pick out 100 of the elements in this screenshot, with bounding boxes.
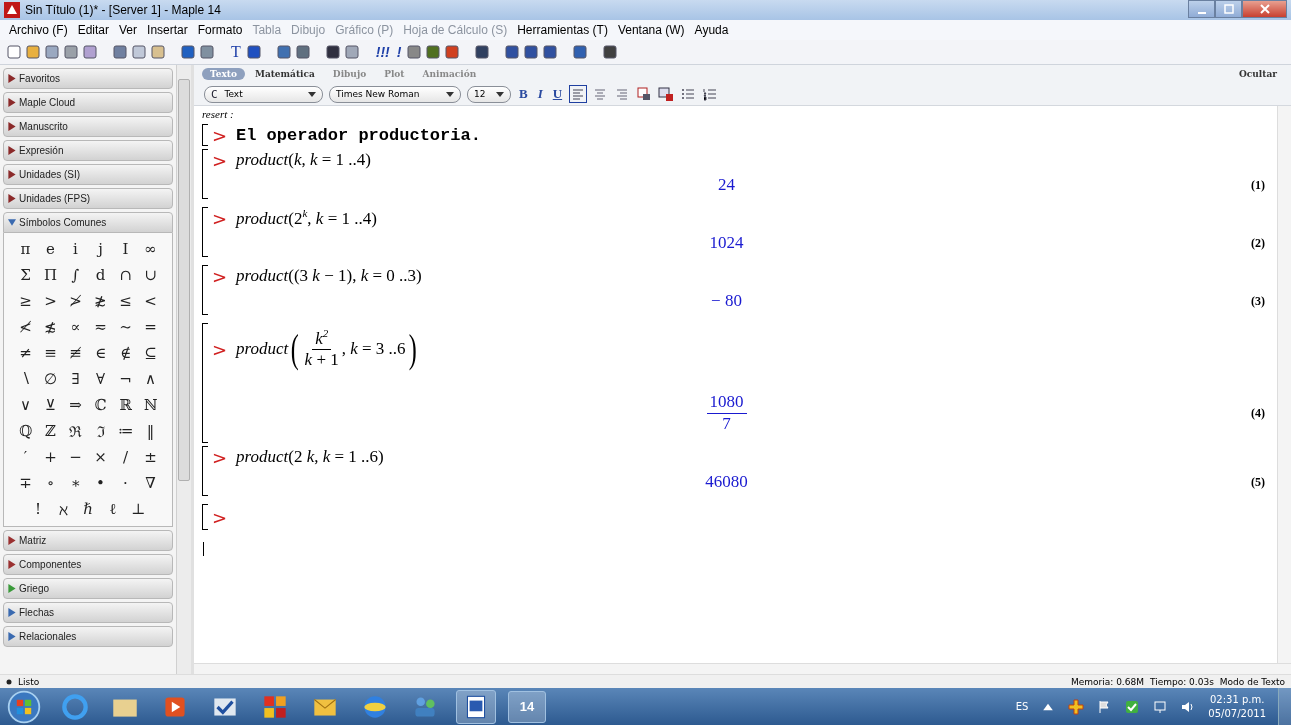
symbol-button[interactable]: Σ (13, 262, 38, 288)
symbol-button[interactable]: ℤ (38, 418, 63, 444)
palette-header[interactable]: Griego (3, 578, 173, 599)
scrollbar[interactable] (1277, 106, 1291, 663)
palette-header[interactable]: Matriz (3, 530, 173, 551)
network-icon[interactable] (1152, 698, 1169, 715)
symbol-button[interactable]: π (13, 236, 38, 262)
symbol-button[interactable]: ¬ (113, 366, 138, 392)
clock-time[interactable]: 02:31 p.m. (1209, 692, 1265, 707)
symbol-button[interactable]: Π (38, 262, 63, 288)
symbol-button[interactable]: i (63, 236, 88, 262)
plus-icon[interactable] (1068, 698, 1085, 715)
symbol-button[interactable]: ≴ (38, 314, 63, 340)
minimize-button[interactable] (1188, 0, 1215, 18)
symbol-button[interactable]: · (113, 470, 138, 496)
symbol-button[interactable]: ∫ (63, 262, 88, 288)
execute-button[interactable]: ! (394, 43, 404, 61)
symbol-button[interactable]: ⊥ (125, 496, 151, 522)
symbol-button[interactable]: ≥ (13, 288, 38, 314)
palette-header[interactable]: Relacionales (3, 626, 173, 647)
symbol-button[interactable]: ≠ (13, 340, 38, 366)
symbol-button[interactable]: ∼ (113, 314, 138, 340)
size-dropdown[interactable]: 12 (467, 85, 511, 103)
symbol-button[interactable]: / (113, 444, 138, 470)
bold-button[interactable]: B (517, 86, 530, 102)
menu-item[interactable]: Ayuda (689, 23, 734, 37)
symbol-button[interactable]: ≵ (88, 288, 113, 314)
symbol-button[interactable]: ℏ (75, 496, 101, 522)
symbol-button[interactable]: ≔ (113, 418, 138, 444)
symbol-button[interactable]: ℝ (113, 392, 138, 418)
symbol-button[interactable]: − (63, 444, 88, 470)
symbol-button[interactable]: ∅ (38, 366, 63, 392)
symbol-button[interactable]: ∇ (138, 470, 163, 496)
format-tab[interactable]: Matemática (246, 68, 323, 80)
symbol-button[interactable]: ℕ (138, 392, 163, 418)
menu-item[interactable]: Insertar (142, 23, 193, 37)
bullet-list-icon[interactable] (680, 86, 697, 102)
numbered-list-icon[interactable] (702, 86, 719, 102)
menu-item[interactable]: Ventana (W) (612, 23, 690, 37)
document-icon[interactable] (456, 689, 496, 724)
scrollbar[interactable] (176, 65, 191, 674)
symbol-button[interactable]: d (88, 262, 113, 288)
shield-check-icon[interactable] (1124, 698, 1141, 715)
symbol-button[interactable]: ≯ (63, 288, 88, 314)
symbol-button[interactable]: ≢ (63, 340, 88, 366)
symbol-button[interactable]: ∧ (138, 366, 163, 392)
scroll-thumb[interactable] (178, 79, 190, 481)
symbol-button[interactable]: ‖ (138, 418, 163, 444)
symbol-button[interactable]: ∝ (63, 314, 88, 340)
symbol-button[interactable]: ≂ (88, 314, 113, 340)
symbol-button[interactable]: e (38, 236, 63, 262)
symbol-button[interactable]: • (88, 470, 113, 496)
execute-all-button[interactable]: !!! (373, 43, 392, 61)
symbol-button[interactable]: ∗ (63, 470, 88, 496)
palette-header[interactable]: Símbolos Comunes (3, 212, 173, 233)
menu-item[interactable]: Editar (72, 23, 115, 37)
hide-button[interactable]: Ocultar (1233, 68, 1283, 80)
symbol-button[interactable]: ∖ (13, 366, 38, 392)
palette-header[interactable]: Componentes (3, 554, 173, 575)
symbol-button[interactable]: ! (25, 496, 51, 522)
symbol-button[interactable]: ∘ (38, 470, 63, 496)
style-dropdown[interactable]: C Text (204, 85, 323, 103)
symbol-button[interactable]: ℂ (88, 392, 113, 418)
text-input[interactable]: El operador productoria. (236, 125, 481, 145)
symbol-button[interactable]: I (113, 236, 138, 262)
symbol-button[interactable]: ⊻ (38, 392, 63, 418)
symbol-button[interactable]: ℜ (63, 418, 88, 444)
symbol-button[interactable]: ′ (13, 444, 38, 470)
symbol-button[interactable]: × (88, 444, 113, 470)
symbol-button[interactable]: ℵ (50, 496, 76, 522)
palette-header[interactable]: Expresión (3, 140, 173, 161)
maximize-button[interactable] (1215, 0, 1242, 18)
symbol-button[interactable]: ≮ (13, 314, 38, 340)
font-dropdown[interactable]: Times New Roman (329, 85, 461, 103)
menu-item[interactable]: Herramientas (T) (512, 23, 613, 37)
symbol-button[interactable]: ⊆ (138, 340, 163, 366)
symbol-button[interactable]: + (38, 444, 63, 470)
math-input[interactable]: product(k, k = 1 ..4) (236, 150, 372, 170)
symbol-button[interactable]: ∈ (88, 340, 113, 366)
palette-header[interactable]: Maple Cloud (3, 92, 173, 113)
text-mode-button[interactable]: T (229, 43, 243, 61)
symbol-button[interactable]: ∨ (13, 392, 38, 418)
symbol-button[interactable]: < (138, 288, 163, 314)
symbol-button[interactable]: ≤ (113, 288, 138, 314)
palette-header[interactable]: Manuscrito (3, 116, 173, 137)
math-input[interactable]: product(2 k, k = 1 ..6) (236, 447, 384, 467)
symbol-button[interactable]: > (38, 288, 63, 314)
math-input[interactable]: product(2$^{k}$, k = 1 ..4) (236, 207, 377, 229)
symbol-button[interactable]: ∩ (113, 262, 138, 288)
symbol-button[interactable]: ℓ (100, 496, 126, 522)
symbol-button[interactable]: = (138, 314, 163, 340)
language-indicator[interactable]: ES (1015, 701, 1029, 712)
table-icon[interactable] (658, 86, 675, 102)
palette-header[interactable]: Flechas (3, 602, 173, 623)
menu-item[interactable]: Archivo (F) (4, 23, 73, 37)
math-input[interactable]: product((3 k − 1), k = 0 ..3) (236, 266, 422, 286)
underline-button[interactable]: U (550, 86, 565, 102)
symbol-button[interactable]: ∞ (138, 236, 163, 262)
symbol-button[interactable]: ∪ (138, 262, 163, 288)
symbol-button[interactable]: ⇒ (63, 392, 88, 418)
